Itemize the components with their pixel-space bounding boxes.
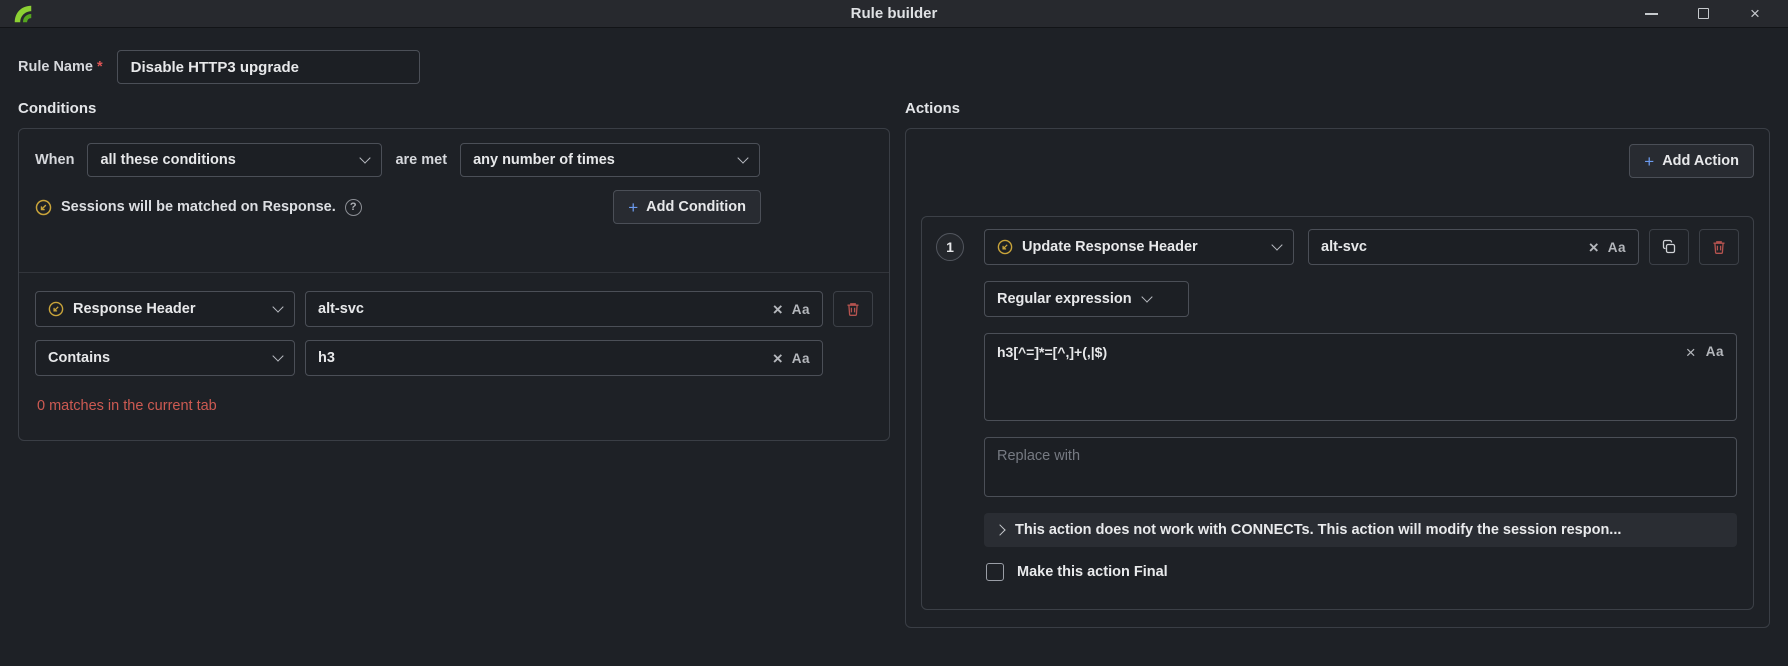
action-type-select[interactable]: Update Response Header [984,229,1294,265]
maximize-icon [1698,8,1709,19]
window-title: Rule builder [0,5,1788,22]
condition-field-value: Response Header [73,301,196,317]
chevron-down-icon [737,152,748,163]
rule-name-input[interactable] [117,50,420,84]
rule-name-row: Rule Name * [0,50,1788,84]
frequency-value: any number of times [473,152,615,168]
add-condition-label: Add Condition [646,199,746,215]
rule-name-label-text: Rule Name [18,59,93,75]
chevron-down-icon [272,301,283,312]
add-action-label: Add Action [1662,153,1739,169]
condition-value-input-wrap: × Aa [305,340,823,376]
action-type-value: Update Response Header [1022,239,1198,255]
condition-value-input[interactable] [318,301,764,317]
header-name-input-wrap: × Aa [1308,229,1639,265]
match-mode-select[interactable]: Regular expression [984,281,1189,317]
action-note-text: This action does not work with CONNECTs.… [1015,522,1621,538]
when-row: When all these conditions are met any nu… [35,143,761,177]
clear-icon[interactable]: × [773,301,783,318]
response-direction-icon [35,199,52,216]
maximize-button[interactable] [1688,2,1718,26]
replace-with-placeholder: Replace with [997,448,1080,464]
condition-scope-value: all these conditions [100,152,235,168]
fiddler-logo-icon [12,3,34,25]
clear-icon[interactable]: × [1686,344,1696,361]
conditions-heading: Conditions [18,100,890,117]
condition-row: Contains × Aa [35,340,873,376]
header-name-input[interactable] [1321,239,1580,255]
when-label: When [35,152,74,168]
minimize-button[interactable] [1636,2,1666,26]
clear-icon[interactable]: × [1589,239,1599,256]
actions-panel: + Add Action 1 Update Response Hea [905,128,1770,628]
final-checkbox[interactable] [986,563,1004,581]
match-case-toggle[interactable]: Aa [1608,240,1626,255]
add-action-button[interactable]: + Add Action [1629,144,1754,178]
condition-rows: Response Header × Aa [19,273,889,414]
final-checkbox-label: Make this action Final [1017,564,1168,580]
add-condition-button[interactable]: + Add Condition [613,190,761,224]
required-asterisk: * [97,59,103,75]
close-icon: × [1750,5,1760,22]
action-index-badge: 1 [936,233,964,261]
condition-operator-value: Contains [48,350,110,366]
match-mode-value: Regular expression [997,291,1132,307]
clear-icon[interactable]: × [773,350,783,367]
close-button[interactable]: × [1740,2,1770,26]
titlebar: Rule builder × [0,0,1788,28]
chevron-right-icon [994,524,1005,535]
conditions-settings: When all these conditions are met any nu… [19,129,889,272]
plus-icon: + [1644,153,1654,170]
match-case-toggle[interactable]: Aa [1706,344,1724,359]
chevron-down-icon [272,350,283,361]
condition-value-input-wrap: × Aa [305,291,823,327]
action-header-row: 1 Update Response Header × [936,229,1739,265]
pattern-value: h3[^=]*=[^,]+(,|$) [997,344,1676,360]
condition-row: Response Header × Aa [35,291,873,327]
duplicate-action-button[interactable] [1649,229,1689,265]
action-details: Regular expression h3[^=]*=[^,]+(,|$) × … [984,281,1737,581]
delete-action-button[interactable] [1699,229,1739,265]
match-case-toggle[interactable]: Aa [792,351,810,366]
trash-icon [845,301,861,317]
match-note-row: Sessions will be matched on Response. ? … [35,190,761,224]
help-icon[interactable]: ? [345,199,362,216]
plus-icon: + [628,199,638,216]
condition-operator-select[interactable]: Contains [35,340,295,376]
frequency-select[interactable]: any number of times [460,143,760,177]
rule-name-label: Rule Name * [18,59,103,75]
condition-field-select[interactable]: Response Header [35,291,295,327]
action-item: 1 Update Response Header × [921,216,1754,610]
action-note-expander[interactable]: This action does not work with CONNECTs.… [984,513,1737,547]
match-note-text: Sessions will be matched on Response. [61,199,336,215]
trash-icon [1711,239,1727,255]
copy-icon [1661,239,1677,255]
actions-heading: Actions [905,100,1770,117]
minimize-icon [1645,13,1658,15]
match-status-text: 0 matches in the current tab [37,398,873,414]
conditions-panel: When all these conditions are met any nu… [18,128,890,441]
chevron-down-icon [360,152,371,163]
actions-toolbar: + Add Action [921,144,1754,178]
replace-with-textarea[interactable]: Replace with [984,437,1737,497]
pattern-textarea[interactable]: h3[^=]*=[^,]+(,|$) × Aa [984,333,1737,421]
chevron-down-icon [1141,291,1152,302]
are-met-label: are met [395,152,447,168]
final-action-row: Make this action Final [984,563,1737,581]
response-direction-icon [48,301,64,317]
delete-condition-button[interactable] [833,291,873,327]
chevron-down-icon [1271,239,1282,250]
match-case-toggle[interactable]: Aa [792,302,810,317]
condition-scope-select[interactable]: all these conditions [87,143,382,177]
condition-value-input[interactable] [318,350,764,366]
response-direction-icon [997,239,1013,255]
window-controls: × [1636,2,1778,26]
